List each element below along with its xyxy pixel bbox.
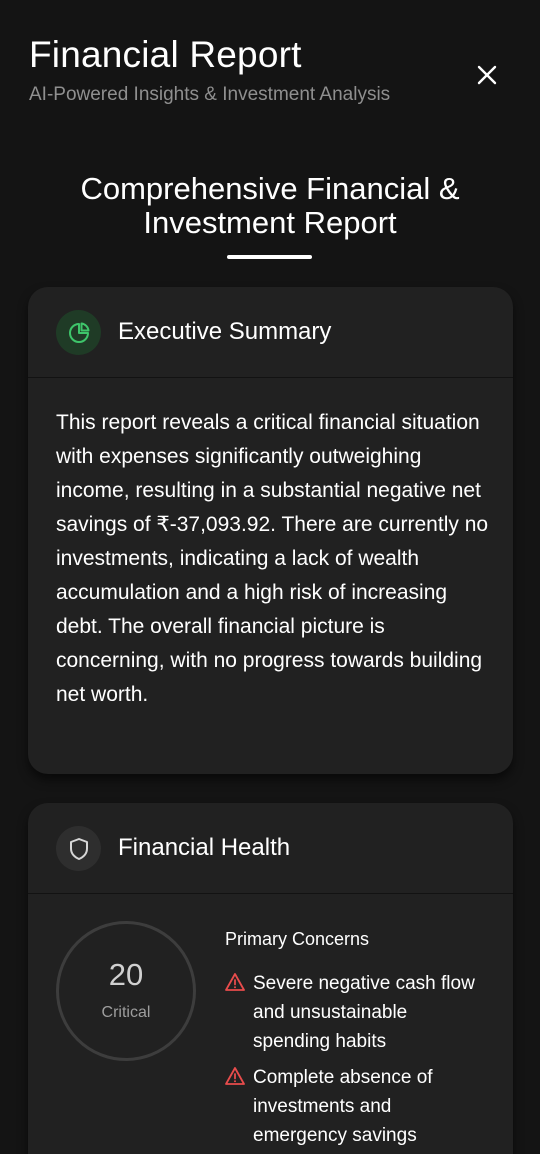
concern-text: Complete absence of investments and emer… (253, 1067, 433, 1146)
executive-summary-text: This report reveals a critical financial… (56, 411, 489, 706)
health-score-value: 20 (108, 957, 144, 992)
executive-summary-title: Executive Summary (118, 318, 332, 345)
report-title: Comprehensive Financial & Investment Rep… (80, 171, 460, 240)
close-icon (477, 65, 497, 85)
warning-icon (225, 1067, 245, 1085)
page-subtitle: AI-Powered Insights & Investment Analysi… (29, 84, 391, 105)
health-score-ring: 20 Critical (56, 921, 196, 1061)
pie-chart-icon (56, 310, 101, 355)
title-underline (227, 255, 312, 259)
shield-icon (56, 826, 101, 871)
health-score-label: Critical (101, 1004, 151, 1021)
financial-health-card: Financial Health 20 Critical Primary Con… (28, 803, 513, 1154)
header: Financial Report AI-Powered Insights & I… (0, 0, 540, 140)
warning-icon (225, 973, 245, 991)
close-button[interactable] (470, 58, 504, 92)
financial-health-title: Financial Health (118, 834, 291, 861)
card-header: Financial Health (28, 803, 513, 894)
page-title: Financial Report (29, 34, 302, 75)
executive-summary-card: Executive Summary This report reveals a … (28, 287, 513, 774)
primary-concerns-title: Primary Concerns (225, 929, 370, 949)
card-header: Executive Summary (28, 287, 513, 378)
concern-text: Severe negative cash flow and unsustaina… (253, 973, 475, 1052)
